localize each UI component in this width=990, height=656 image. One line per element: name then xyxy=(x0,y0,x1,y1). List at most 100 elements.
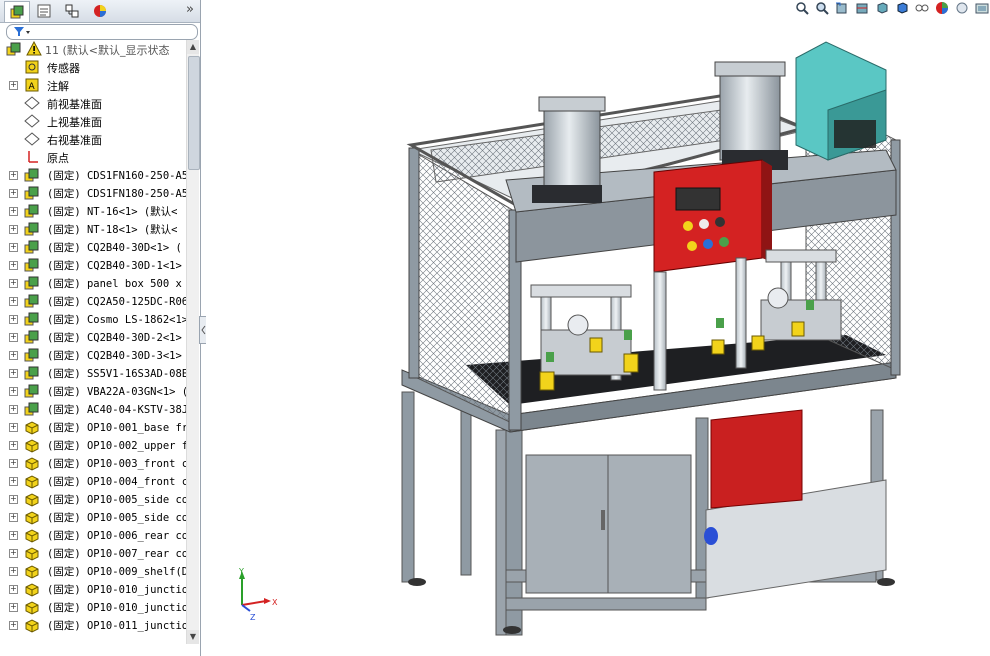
expand-plus-icon[interactable]: + xyxy=(9,387,18,396)
scroll-thumb[interactable] xyxy=(188,56,200,170)
tree-item[interactable]: + (固定) OP10-011_junctio xyxy=(0,616,186,634)
tree-item[interactable]: + A 注解 xyxy=(0,76,186,94)
tree-item[interactable]: + (固定) panel box 500 x xyxy=(0,274,186,292)
tree-item[interactable]: + (固定) CQ2B40-30D<1> ( xyxy=(0,238,186,256)
tree-item[interactable]: + (固定) NT-16<1> (默认< xyxy=(0,202,186,220)
tree-item[interactable]: + (固定) CQ2A50-125DC-R06 xyxy=(0,292,186,310)
tree-item[interactable]: + (固定) Cosmo LS-1862<1> xyxy=(0,310,186,328)
subassembly-icon xyxy=(24,329,40,345)
expand-plus-icon[interactable]: + xyxy=(9,225,18,234)
tree-item[interactable]: + (固定) VBA22A-03GN<1> ( xyxy=(0,382,186,400)
expand-plus-icon[interactable]: + xyxy=(9,441,18,450)
tree-item[interactable]: + (固定) SS5V1-16S3AD-08E xyxy=(0,364,186,382)
expand-plus-icon[interactable]: + xyxy=(9,567,18,576)
tree-item[interactable]: + (固定) OP10-009_shelf(D xyxy=(0,562,186,580)
expand-plus-icon[interactable]: + xyxy=(9,315,18,324)
display-manager-tab[interactable] xyxy=(88,1,112,21)
tree-item[interactable]: + (固定) OP10-002_upper f xyxy=(0,436,186,454)
tree-filter[interactable] xyxy=(6,24,198,40)
expand-plus-icon[interactable]: + xyxy=(9,405,18,414)
tree-item[interactable]: + (固定) OP10-005_side co xyxy=(0,490,186,508)
subassembly-icon xyxy=(24,185,40,201)
expand-plus-icon[interactable]: + xyxy=(9,531,18,540)
part-icon xyxy=(24,599,40,615)
expand-panel-button[interactable]: » xyxy=(186,2,194,17)
feature-tree-icon xyxy=(10,5,24,19)
property-icon xyxy=(37,4,51,18)
tree-item[interactable]: + (固定) AC40-04-KSTV-38J xyxy=(0,400,186,418)
property-manager-tab[interactable] xyxy=(32,1,56,21)
expand-plus-icon[interactable]: + xyxy=(9,513,18,522)
expand-plus-icon[interactable]: + xyxy=(9,243,18,252)
tree-scrollbar[interactable]: ▲ ▼ xyxy=(186,40,200,644)
tree-item[interactable]: + (固定) OP10-004_front c xyxy=(0,472,186,490)
tree-item-label: (固定) CQ2B40-30D-1<1> xyxy=(47,260,182,272)
expand-plus-icon[interactable]: + xyxy=(9,351,18,360)
tree-item-label: (固定) OP10-001_base fr xyxy=(47,422,186,434)
tree-item[interactable]: 右视基准面 xyxy=(0,130,186,148)
expand-plus-icon[interactable]: + xyxy=(9,495,18,504)
expand-plus-icon[interactable]: + xyxy=(9,189,18,198)
expand-plus-icon[interactable]: + xyxy=(9,171,18,180)
tree-item[interactable]: 传感器 xyxy=(0,58,186,76)
tree-root-label: 11 (默认<默认_显示状态 xyxy=(45,44,170,57)
tree-item[interactable]: 上视基准面 xyxy=(0,112,186,130)
configuration-manager-tab[interactable] xyxy=(60,1,84,21)
tree-item[interactable]: + (固定) OP10-006_rear co xyxy=(0,526,186,544)
scroll-down-arrow[interactable]: ▼ xyxy=(187,630,199,644)
expand-plus-icon[interactable]: + xyxy=(9,207,18,216)
scroll-up-arrow[interactable]: ▲ xyxy=(187,40,199,54)
subassembly-icon xyxy=(24,311,40,327)
expand-plus-icon[interactable]: + xyxy=(9,369,18,378)
tree-item-label: 传感器 xyxy=(47,62,80,75)
expand-plus-icon[interactable]: + xyxy=(9,333,18,342)
expand-plus-icon[interactable]: + xyxy=(9,81,18,90)
cyan-controller-box xyxy=(795,41,887,161)
pane-tab-bar: » xyxy=(0,0,200,23)
plane-icon xyxy=(24,113,40,129)
tree-item-label: (固定) Cosmo LS-1862<1> xyxy=(47,314,186,326)
expand-plus-icon[interactable]: + xyxy=(9,261,18,270)
expand-plus-icon[interactable]: + xyxy=(9,621,18,630)
tree-item-label: (固定) AC40-04-KSTV-38J xyxy=(47,404,186,416)
feature-manager-tab[interactable] xyxy=(4,1,30,22)
tree-item[interactable]: + (固定) CQ2B40-30D-2<1> xyxy=(0,328,186,346)
expand-plus-icon[interactable]: + xyxy=(9,603,18,612)
graphics-viewport[interactable]: Y X Z xyxy=(206,0,990,656)
triad-x-label: X xyxy=(272,598,278,607)
machine-3d-model[interactable]: Y X Z xyxy=(206,0,990,656)
sensor-icon xyxy=(24,59,40,75)
triad-y-label: Y xyxy=(238,567,244,576)
svg-text:A: A xyxy=(29,82,36,92)
tree-item-label: 前视基准面 xyxy=(47,98,102,111)
tree-item[interactable]: + (固定) OP10-010_junctio xyxy=(0,598,186,616)
tree-item[interactable]: + (固定) CDS1FN180-250-A5 xyxy=(0,184,186,202)
tree-item-label: (固定) CDS1FN180-250-A5 xyxy=(47,188,186,200)
tree-item-label: (固定) CQ2B40-30D<1> ( xyxy=(47,242,182,254)
tree-item[interactable]: + (固定) OP10-010_junctio xyxy=(0,580,186,598)
tree-item-label: (固定) OP10-003_front c xyxy=(47,458,186,470)
expand-plus-icon[interactable]: + xyxy=(9,297,18,306)
tree-item[interactable]: + (固定) CQ2B40-30D-1<1> xyxy=(0,256,186,274)
subassembly-icon xyxy=(24,221,40,237)
tree-item[interactable]: + (固定) OP10-001_base fr xyxy=(0,418,186,436)
tree-root-assembly[interactable]: 11 (默认<默认_显示状态 xyxy=(0,40,186,58)
tree-item-label: (固定) OP10-010_junctio xyxy=(47,584,186,596)
expand-plus-icon[interactable]: + xyxy=(9,459,18,468)
configuration-icon xyxy=(65,4,79,18)
expand-plus-icon[interactable]: + xyxy=(9,477,18,486)
expand-plus-icon[interactable]: + xyxy=(9,585,18,594)
tree-item[interactable]: + (固定) CQ2B40-30D-3<1> xyxy=(0,346,186,364)
tree-item[interactable]: + (固定) CDS1FN160-250-A5 xyxy=(0,166,186,184)
expand-plus-icon[interactable]: + xyxy=(9,279,18,288)
expand-plus-icon[interactable]: + xyxy=(9,423,18,432)
tree-item[interactable]: + (固定) NT-18<1> (默认< xyxy=(0,220,186,238)
tree-item[interactable]: 原点 xyxy=(0,148,186,166)
subassembly-icon xyxy=(24,275,40,291)
part-icon xyxy=(24,527,40,543)
expand-plus-icon[interactable]: + xyxy=(9,549,18,558)
tree-item[interactable]: + (固定) OP10-003_front c xyxy=(0,454,186,472)
tree-item[interactable]: + (固定) OP10-005_side co xyxy=(0,508,186,526)
tree-item[interactable]: 前视基准面 xyxy=(0,94,186,112)
tree-item[interactable]: + (固定) OP10-007_rear co xyxy=(0,544,186,562)
